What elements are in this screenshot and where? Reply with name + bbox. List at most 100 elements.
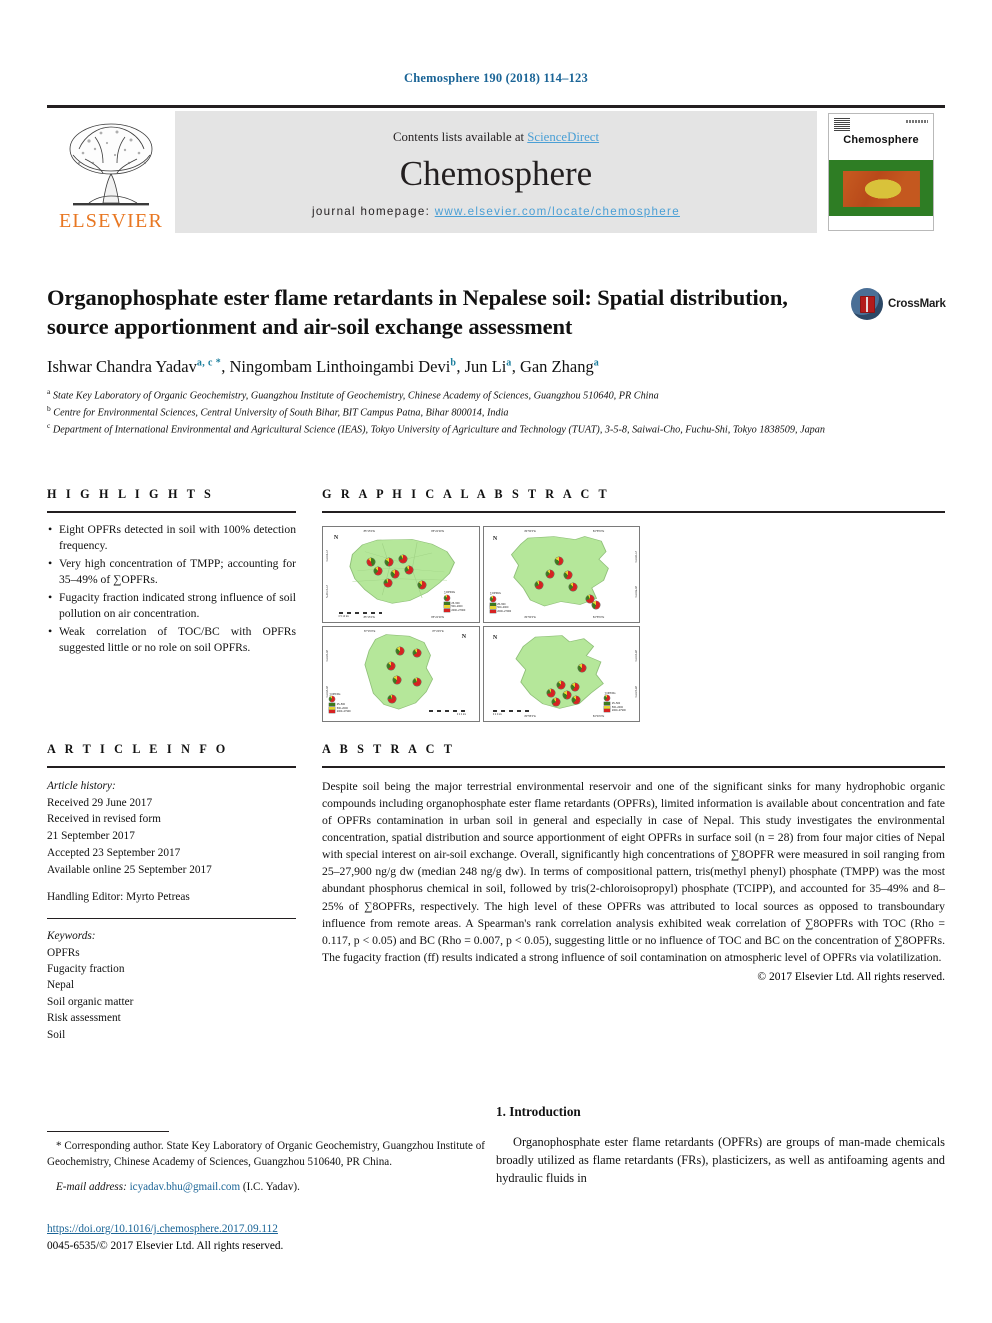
- keyword-item: Soil organic matter: [47, 995, 134, 1008]
- graphical-abstract-figure: 85°15'0"E 85°22'30"E 85°15'0"E 85°22'30"…: [322, 526, 640, 722]
- abstract-text: Despite soil being the major terrestrial…: [322, 780, 945, 964]
- axis-tick-label: 85°22'30"E: [431, 615, 445, 619]
- graphical-abstract-heading: G R A P H I C A L A B S T R A C T: [322, 487, 610, 501]
- sample-site-pie: [383, 578, 392, 587]
- map-landmass: [364, 634, 433, 710]
- sample-site-pie: [366, 558, 375, 567]
- corresponding-author-footnote: * Corresponding author. State Key Labora…: [47, 1139, 485, 1195]
- footnote-rule: [47, 1131, 169, 1133]
- journal-cover-thumbnail: Chemosphere: [817, 111, 945, 233]
- legend-title: ∑OPFRs: [489, 591, 501, 596]
- north-arrow: N: [492, 536, 498, 543]
- highlights-list: Eight OPFRs detected in soil with 100% d…: [47, 521, 296, 657]
- history-item: Accepted 23 September 2017: [47, 846, 181, 859]
- highlights-rule: [47, 511, 296, 513]
- scale-bar: [428, 709, 467, 712]
- email-link[interactable]: icyadav.bhu@gmail.com: [130, 1181, 241, 1193]
- email-line: E-mail address: icyadav.bhu@gmail.com (I…: [47, 1180, 485, 1196]
- journal-masthead: ELSEVIER Contents lists available at Sci…: [47, 105, 945, 233]
- axis-tick-label: 85°22'30"E: [431, 530, 445, 533]
- article-info-section: A R T I C L E I N F O Article history: R…: [47, 742, 296, 1043]
- corresponding-author-text: * Corresponding author. State Key Labora…: [47, 1140, 485, 1168]
- history-item: Received 29 June 2017: [47, 796, 153, 809]
- sample-site-pie: [545, 569, 554, 578]
- elsevier-wordmark: ELSEVIER: [58, 210, 164, 232]
- cover-artwork-leaves: [829, 160, 933, 218]
- legend-label: 2000–27900: [336, 710, 351, 714]
- issn-copyright-line: 0045-6535/© 2017 Elsevier Ltd. All right…: [47, 1239, 284, 1252]
- axis-tick-label: 87°20'0"E: [432, 629, 444, 633]
- author-name: Jun Li: [464, 356, 507, 376]
- sample-site-pie: [391, 569, 400, 578]
- affiliation-mark: a: [47, 386, 51, 396]
- map-legend: ∑OPFRs 25–500 500–2000 2000–27900: [489, 591, 520, 613]
- sample-site-pie: [388, 694, 397, 703]
- affiliation-text: Department of International Environmenta…: [52, 423, 825, 435]
- sample-site-pie: [374, 566, 383, 575]
- map-landmass: [511, 535, 610, 606]
- keyword-item: Nepal: [47, 979, 74, 992]
- map-legend: ∑OPFRs 25–500 500–2000 2000–27900: [604, 691, 634, 713]
- abstract-section: A B S T R A C T Despite soil being the m…: [322, 742, 945, 983]
- sample-site-pie: [570, 683, 579, 692]
- map-kathmandu: 85°15'0"E 85°22'30"E 85°15'0"E 85°22'30"…: [322, 526, 480, 623]
- sample-site-pie: [417, 580, 426, 589]
- journal-homepage-link[interactable]: www.elsevier.com/locate/chemosphere: [435, 205, 680, 218]
- sciencedirect-link[interactable]: ScienceDirect: [527, 130, 599, 144]
- introduction-heading: 1. Introduction: [496, 1104, 581, 1119]
- map-ticks-top: 85°15'0"E 85°22'30"E: [335, 528, 472, 535]
- legend-pie-icon: [443, 594, 450, 601]
- scale-bar-label: 0 5 10 km: [338, 614, 350, 618]
- keywords-block: Keywords: OPFRs Fugacity fraction Nepal …: [47, 928, 296, 1043]
- author-marks: a: [593, 357, 600, 368]
- sample-site-pie: [534, 580, 543, 589]
- graphical-abstract-section: G R A P H I C A L A B S T R A C T 85°15'…: [322, 487, 945, 722]
- map-birgunj: 84°50'0"E 84°55'0"E 84°50'0"E 84°55'0"E …: [482, 526, 640, 623]
- author-name: Ningombam Linthoingambi Devi: [229, 356, 451, 376]
- cover-journal-title: Chemosphere: [843, 134, 919, 146]
- legend-label: 2000–27900: [611, 709, 626, 713]
- cover-issn-bar: [906, 120, 928, 123]
- map-ticks-bottom: 84°50'0"E 84°55'0"E: [496, 614, 633, 621]
- sample-site-pie: [569, 582, 578, 591]
- author-list: Ishwar Chandra Yadava, c *, Ningombam Li…: [47, 356, 600, 376]
- highlights-section: H I G H L I G H T S Eight OPFRs detected…: [47, 487, 296, 658]
- affiliation-list: a State Key Laboratory of Organic Geoche…: [47, 387, 945, 438]
- cover-footer-band: [829, 216, 933, 230]
- map-legend: ∑OPFRs 25–500 500–2000 2000–27900: [329, 692, 359, 714]
- keywords-rule: [47, 918, 296, 920]
- legend-swatch: [604, 709, 611, 713]
- map-ticks-left: 27°45'0"N 27°37'30"N: [323, 538, 330, 610]
- axis-tick-label: 84°50'0"E: [524, 530, 536, 533]
- axis-tick-label: 27°45'0"N: [325, 550, 328, 562]
- north-arrow: N: [333, 535, 339, 542]
- email-label: E-mail address:: [56, 1180, 127, 1193]
- map-ticks-bottom: 83°55'0"E 84°00'0"E: [496, 713, 633, 720]
- sample-site-pie: [562, 690, 571, 699]
- crossmark-badge[interactable]: CrossMark: [851, 285, 946, 323]
- sample-site-pie: [392, 675, 401, 684]
- doi-link[interactable]: https://doi.org/10.1016/j.chemosphere.20…: [47, 1223, 278, 1235]
- affiliation-mark: c: [47, 420, 51, 430]
- affiliation-item: c Department of International Environmen…: [47, 421, 945, 438]
- keywords-label: Keywords:: [47, 930, 96, 943]
- article-info-rule: [47, 766, 296, 768]
- masthead-center: Contents lists available at ScienceDirec…: [175, 111, 817, 233]
- map-legend: ∑OPFRs 25–500 500–2000 2000–27900: [443, 590, 474, 612]
- list-item: Eight OPFRs detected in soil with 100% d…: [47, 521, 296, 555]
- contents-available-line: Contents lists available at ScienceDirec…: [393, 130, 599, 145]
- journal-homepage-line: journal homepage: www.elsevier.com/locat…: [312, 205, 680, 218]
- affiliation-mark: b: [47, 403, 51, 413]
- masthead-top-rule: [47, 105, 945, 108]
- legend-pie-icon: [604, 695, 611, 702]
- axis-tick-label: 84°55'0"E: [592, 530, 605, 533]
- scale-bar-label: 0 2 4 km: [456, 713, 467, 717]
- author-name: Gan Zhang: [519, 356, 594, 376]
- legend-label: 2000–27900: [497, 609, 512, 613]
- axis-tick-label: 83°55'0"E: [524, 715, 536, 718]
- axis-tick-label: 84°50'0"E: [524, 615, 536, 619]
- legend-title: ∑OPFRs: [443, 590, 456, 595]
- keyword-item: Risk assessment: [47, 1012, 121, 1025]
- axis-tick-label: 27°37'30"N: [325, 585, 328, 599]
- affiliation-item: b Centre for Environmental Sciences, Cen…: [47, 404, 945, 421]
